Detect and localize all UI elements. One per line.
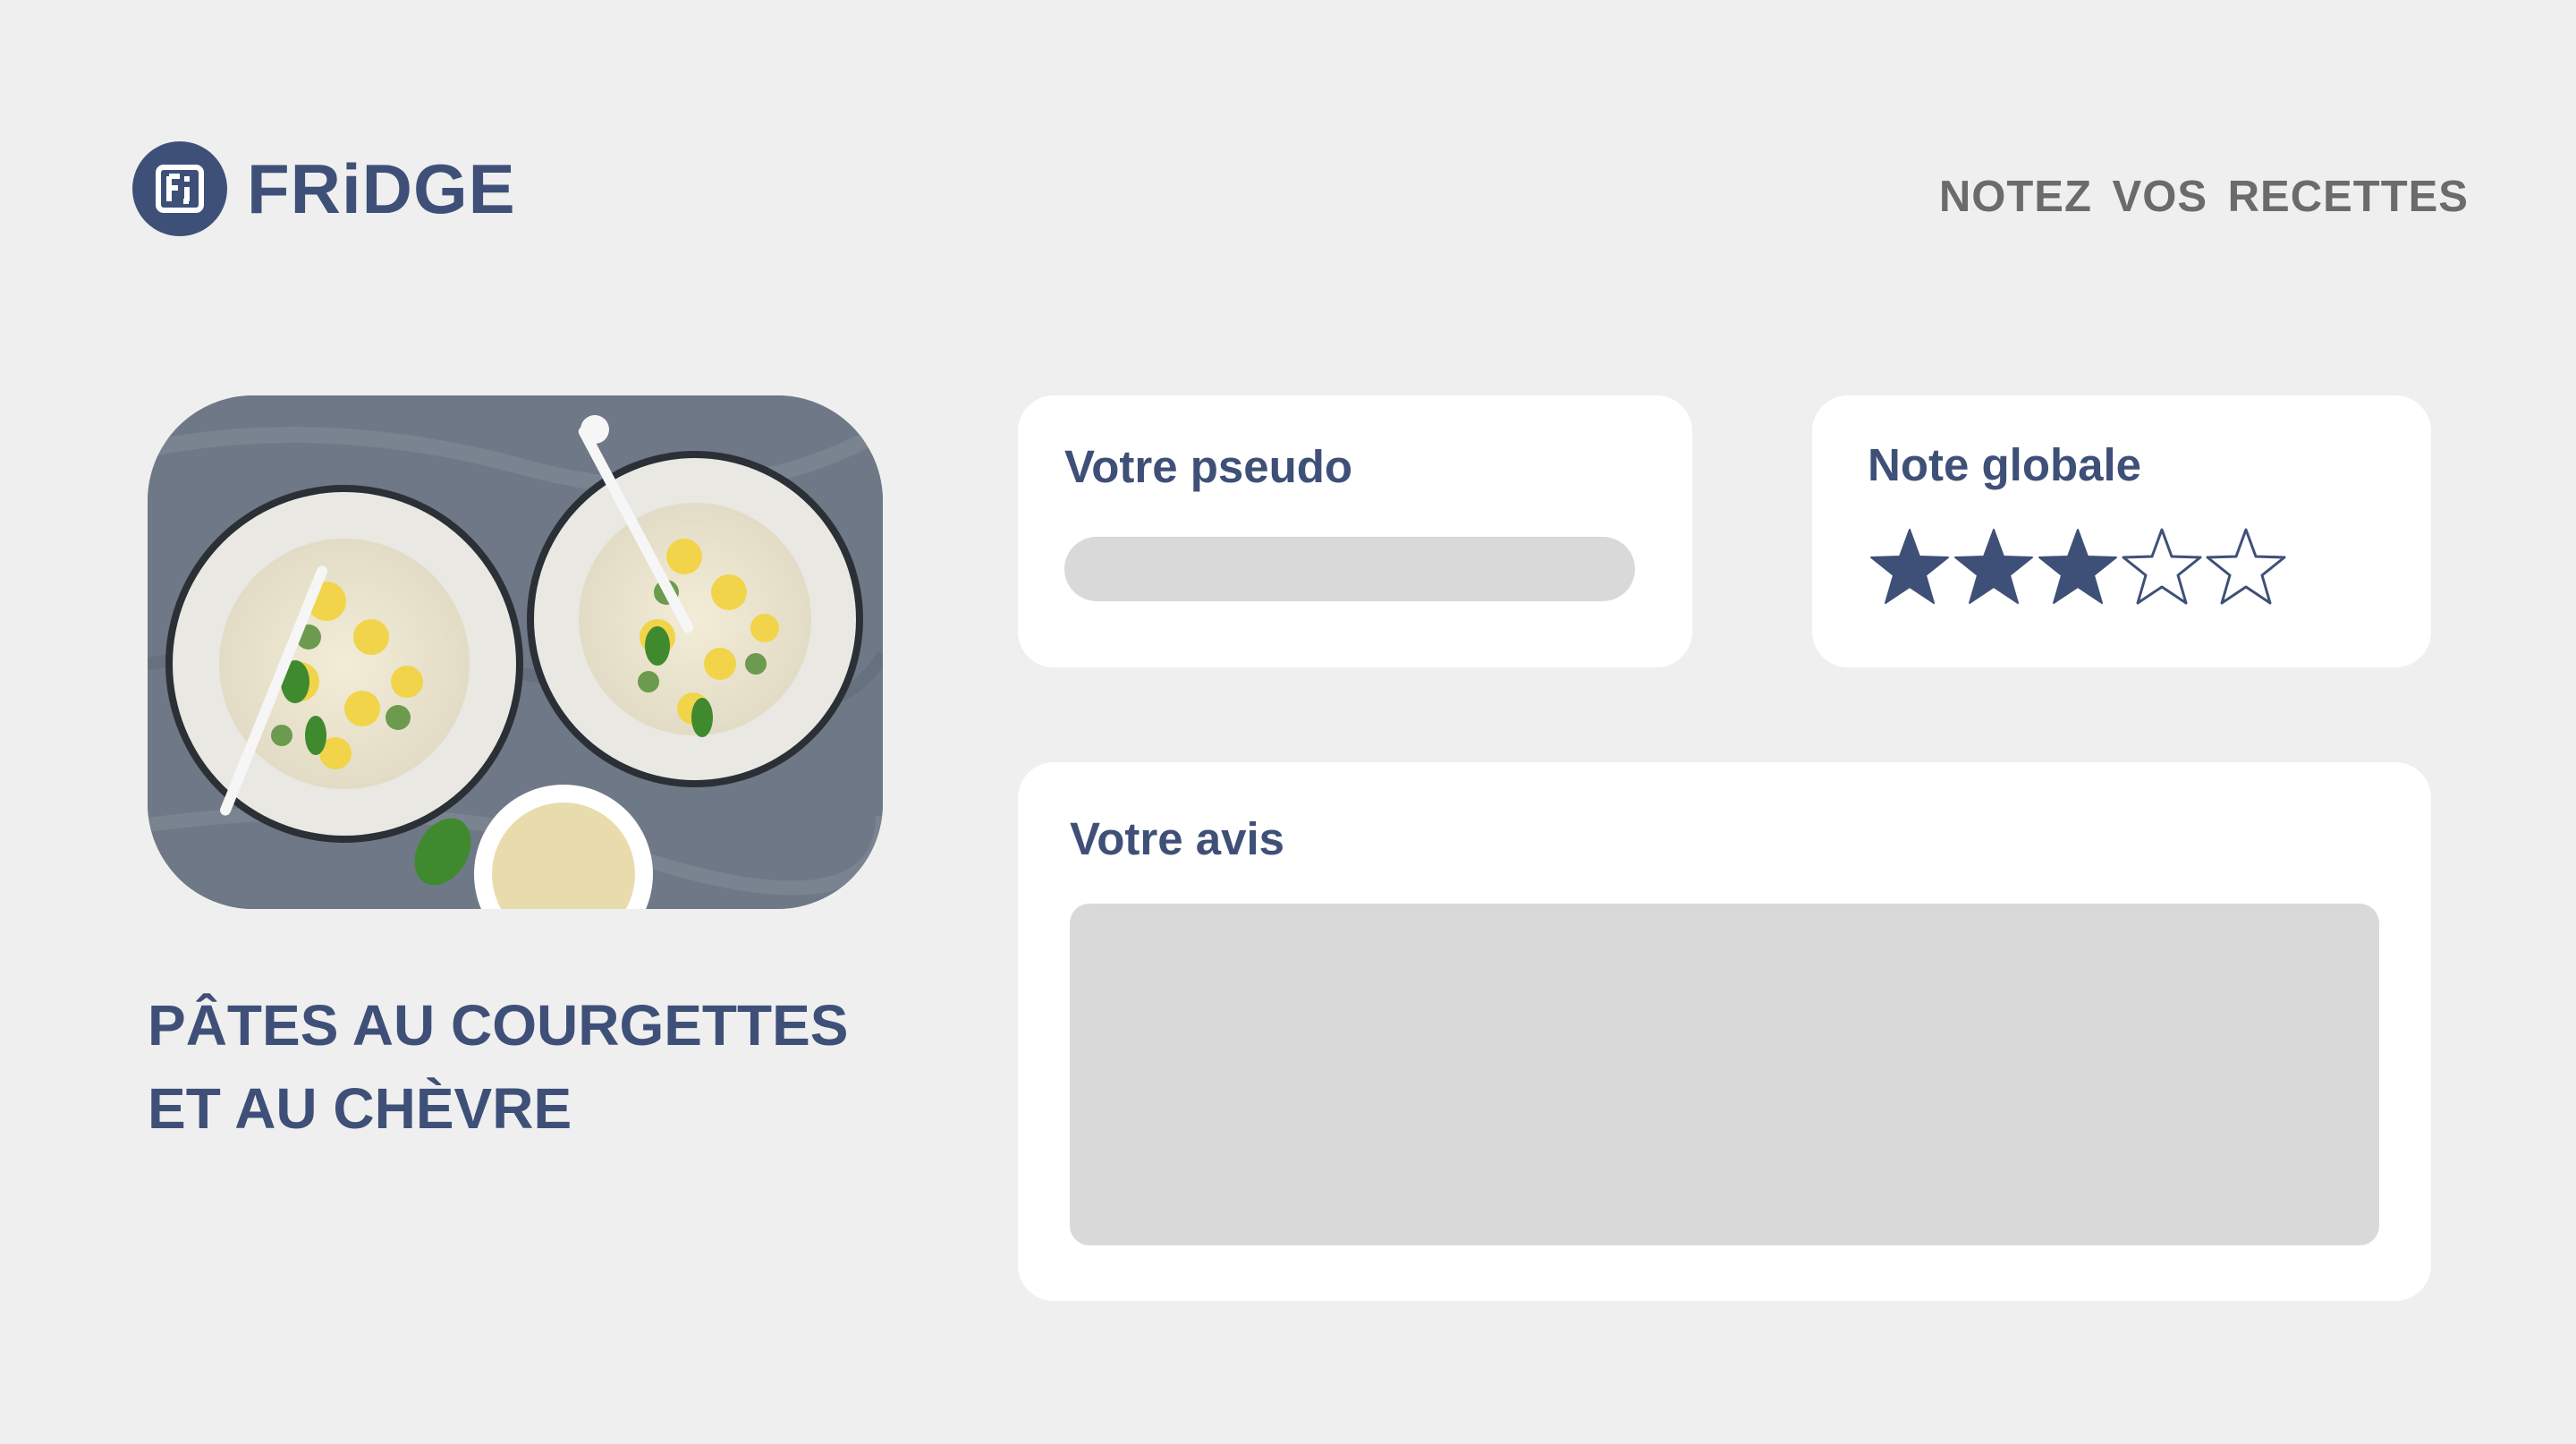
recipe-title-line: PÂTES AU COURGETTES xyxy=(148,993,849,1058)
review-card: Votre avis xyxy=(1018,762,2431,1301)
brand[interactable]: FRiDGE xyxy=(132,141,516,236)
recipe-title: PÂTES AU COURGETTES ET AU CHÈVRE xyxy=(148,984,953,1151)
pseudo-label: Votre pseudo xyxy=(1064,441,1353,492)
rating-page: FRiDGE NOTEZ VOS RECETTES PÂTES AU COURG… xyxy=(0,0,2576,1444)
pseudo-input[interactable] xyxy=(1064,537,1635,601)
brand-name: FRiDGE xyxy=(247,149,516,228)
star-empty-icon[interactable] xyxy=(2120,524,2204,608)
rating-card: Note globale xyxy=(1812,395,2431,667)
review-textarea[interactable] xyxy=(1070,904,2379,1245)
pseudo-card: Votre pseudo xyxy=(1018,395,1692,667)
recipe-title-line: ET AU CHÈVRE xyxy=(148,1076,572,1141)
star-rating[interactable] xyxy=(1868,524,2288,608)
rating-label: Note globale xyxy=(1868,439,2142,490)
star-filled-icon[interactable] xyxy=(1952,524,2036,608)
star-empty-icon[interactable] xyxy=(2204,524,2288,608)
star-filled-icon[interactable] xyxy=(2036,524,2120,608)
pasta-dish-photo xyxy=(148,395,883,909)
review-label: Votre avis xyxy=(1070,813,1285,864)
fridge-logo-icon xyxy=(132,141,227,236)
page-tagline: NOTEZ VOS RECETTES xyxy=(1938,173,2469,221)
star-filled-icon[interactable] xyxy=(1868,524,1952,608)
